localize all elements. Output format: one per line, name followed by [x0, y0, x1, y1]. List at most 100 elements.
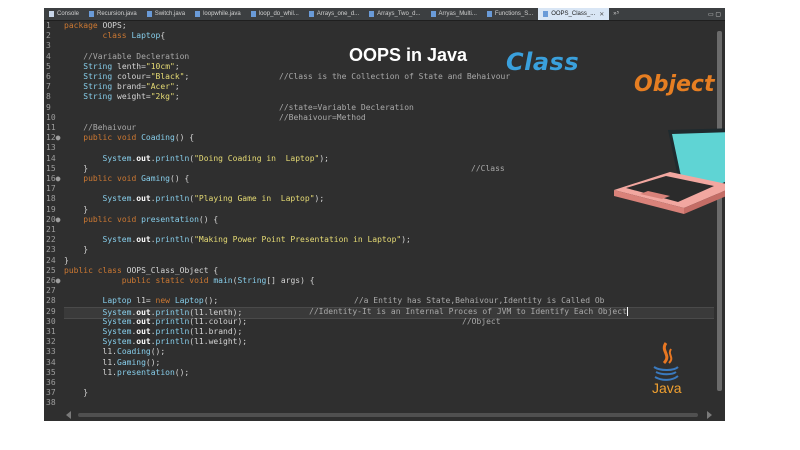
line-number: 20●: [46, 214, 61, 224]
line-number: 3: [46, 41, 51, 51]
line-number: 11: [46, 123, 56, 132]
java-file-icon: [369, 11, 375, 17]
tab-arrays-two-d[interactable]: Arrays_Two_d...: [364, 8, 425, 20]
editor-tab-bar: Console Recursion.java Switch.java loopw…: [44, 8, 725, 21]
horizontal-scrollbar[interactable]: [64, 409, 714, 421]
code-line[interactable]: }: [64, 245, 714, 255]
scroll-right-arrow-icon[interactable]: [707, 411, 712, 419]
code-line[interactable]: [64, 113, 714, 123]
horizontal-scroll-thumb[interactable]: [78, 413, 698, 417]
line-number: 6: [46, 72, 51, 81]
code-line[interactable]: System.out.println("Making Power Point P…: [64, 235, 714, 245]
java-file-icon: [250, 11, 256, 17]
line-number: 16●: [46, 174, 61, 183]
line-number: 12●: [46, 133, 61, 143]
line-number: 17: [46, 184, 56, 194]
tab-arrays-multi[interactable]: Arryas_Multi...: [426, 8, 482, 20]
code-line[interactable]: System.out.println(l1.weight);: [64, 337, 714, 347]
tab-recursion[interactable]: Recursion.java: [84, 8, 142, 20]
tab-oops-class-object[interactable]: OOPS_Class_... ✕: [538, 8, 610, 20]
code-line[interactable]: public static void main(String[] args) {: [64, 276, 714, 286]
code-line[interactable]: }: [64, 256, 714, 266]
code-comment: //Class is the Collection of State and B…: [279, 72, 511, 81]
line-number: 30: [46, 316, 56, 326]
tab-label: Switch.java: [154, 11, 186, 17]
line-number: 2: [46, 31, 51, 41]
line-number: 26●: [46, 276, 61, 285]
line-number: 32: [46, 337, 56, 347]
overlay-class-label: Class: [506, 48, 580, 76]
line-number: 34: [46, 357, 56, 367]
laptop-illustration-icon: [614, 128, 725, 214]
code-comment: //a Entity has State,Behaivour,Identity …: [354, 296, 605, 306]
tab-loopwhile[interactable]: loopwhile.java: [190, 8, 246, 20]
line-number: 31: [46, 327, 56, 336]
tab-label: Arrays_one_d...: [316, 11, 360, 17]
code-line[interactable]: [64, 398, 714, 408]
java-file-icon: [430, 11, 436, 17]
line-number: 29: [46, 306, 56, 316]
java-file-icon: [308, 11, 314, 17]
close-tab-icon[interactable]: ✕: [599, 11, 604, 18]
line-number: 7: [46, 82, 51, 92]
java-file-icon: [543, 11, 549, 17]
line-number: 27: [46, 286, 56, 296]
code-line[interactable]: l1.Gaming();: [64, 358, 714, 368]
line-number: 13: [46, 143, 56, 153]
code-line[interactable]: public class OOPS_Class_Object {: [64, 266, 714, 276]
text-cursor: [626, 306, 628, 316]
line-number: 35: [46, 367, 56, 377]
ide-window: Console Recursion.java Switch.java loopw…: [44, 8, 725, 421]
tab-switch[interactable]: Switch.java: [142, 8, 190, 20]
tab-arrays-one-d[interactable]: Arrays_one_d...: [304, 8, 364, 20]
java-file-icon: [486, 11, 492, 17]
line-number: 19: [46, 204, 56, 214]
line-number: 28: [46, 296, 56, 306]
scroll-left-arrow-icon[interactable]: [66, 411, 71, 419]
code-line[interactable]: class Laptop{: [64, 31, 714, 41]
line-number: 18: [46, 194, 56, 204]
tab-label: Functions_S...: [494, 11, 534, 17]
code-line[interactable]: l1.presentation();: [64, 368, 714, 378]
line-number: 33: [46, 347, 56, 357]
code-line[interactable]: }: [64, 388, 714, 398]
tab-label: loopwhile.java: [203, 11, 241, 17]
code-line[interactable]: [64, 378, 714, 388]
code-comment: //state=Variable Decleration: [279, 102, 414, 112]
java-file-icon: [195, 11, 201, 17]
code-line[interactable]: String brand="Acer";: [64, 82, 714, 92]
line-number: 8: [46, 92, 51, 102]
tab-label: Arryas_Multi...: [438, 11, 477, 17]
code-line[interactable]: System.out.println(l1.colour);: [64, 317, 714, 327]
line-number: 22: [46, 235, 56, 245]
java-file-icon: [146, 11, 152, 17]
line-number: 14: [46, 153, 56, 163]
java-file-icon: [89, 11, 95, 17]
window-controls[interactable]: ▭ ▢: [708, 11, 725, 18]
tab-functions[interactable]: Functions_S...: [482, 8, 538, 20]
line-number: 25: [46, 265, 56, 275]
tab-loop-do-while[interactable]: loop_do_whil...: [246, 8, 304, 20]
code-comment: //Identity-It is an Internal Proces of J…: [309, 306, 628, 316]
code-line[interactable]: package OOPS;: [64, 21, 714, 31]
line-number: 15: [46, 163, 56, 173]
overlay-object-label: Object: [634, 72, 715, 97]
tab-overflow-button[interactable]: »⁵: [613, 11, 619, 17]
tab-label: loop_do_whil...: [258, 11, 299, 17]
tab-console[interactable]: Console: [44, 8, 84, 20]
console-icon: [49, 11, 54, 17]
line-number: 10: [46, 112, 56, 122]
line-number: 1: [46, 21, 51, 30]
tab-label: OOPS_Class_...: [551, 11, 596, 17]
code-comment: //Class: [471, 163, 505, 173]
code-line[interactable]: String weight="2kg";: [64, 92, 714, 102]
code-line[interactable]: [64, 286, 714, 296]
line-number: 9: [46, 102, 51, 112]
code-line[interactable]: l1.Coading();: [64, 347, 714, 357]
line-number: 37: [46, 388, 56, 398]
line-number: 21: [46, 225, 56, 234]
tab-label: Recursion.java: [97, 11, 137, 17]
code-line[interactable]: System.out.println(l1.brand);: [64, 327, 714, 337]
tab-label: Arrays_Two_d...: [377, 11, 421, 17]
line-number: 4: [46, 51, 51, 61]
